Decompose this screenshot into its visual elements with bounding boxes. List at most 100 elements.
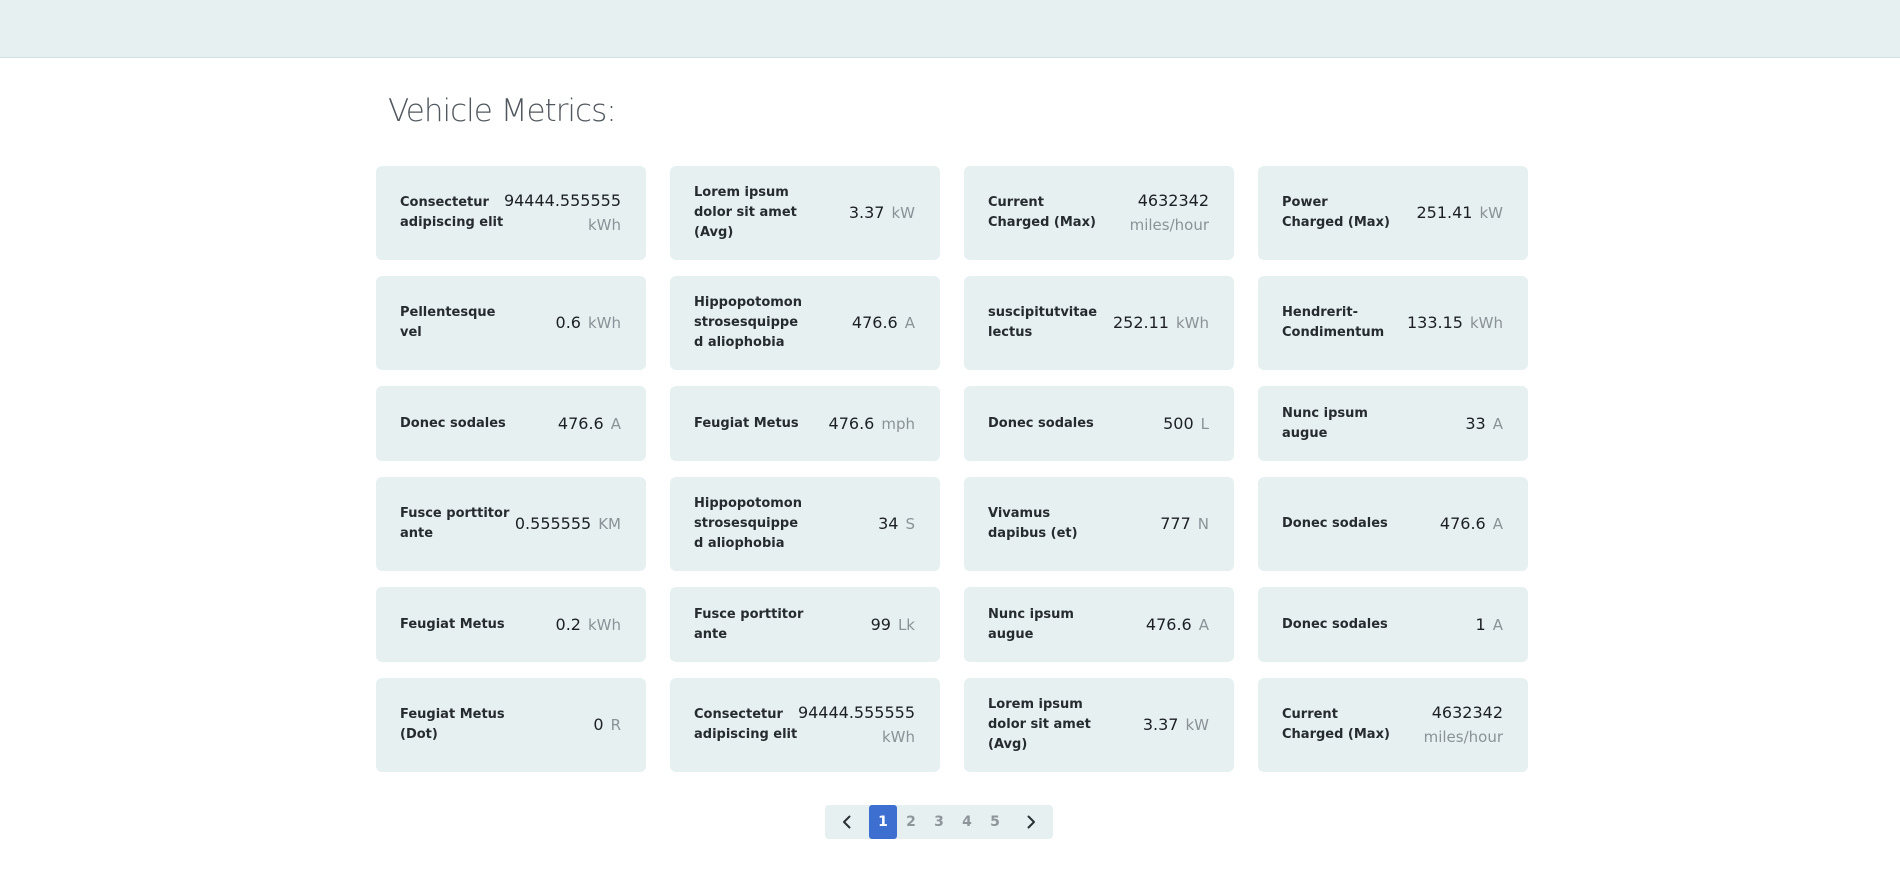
metric-unit: kW	[1185, 716, 1209, 734]
metric-label: Feugiat Metus (Dot)	[400, 707, 505, 742]
metric-label: Donec sodales	[1282, 616, 1388, 632]
metric-card: Hippopotomon strosesquipped aliophobia 47…	[670, 276, 940, 370]
metric-reading: 251.41 kW	[1416, 201, 1503, 225]
metric-card: Donec sodales 1 A	[1258, 587, 1528, 662]
metric-value: 251.41	[1416, 203, 1473, 222]
metric-value: 133.15	[1406, 313, 1463, 332]
metric-unit: A	[1492, 515, 1503, 533]
metric-reading: 34 S	[878, 512, 915, 536]
metric-reading: 133.15 kWh	[1407, 311, 1503, 335]
metric-reading: 777 N	[1160, 512, 1209, 536]
top-bar	[0, 0, 1900, 58]
metric-value: 476.6	[828, 413, 875, 433]
metric-label: Vivamus dapibus (et)	[988, 506, 1078, 541]
metric-value: 0.2	[555, 614, 581, 634]
metric-reading: 1A	[1476, 613, 1503, 637]
metric-card: Consectetur adipiscing elit 94444.555555 k…	[670, 678, 940, 772]
page-button-3[interactable]: 3	[925, 805, 953, 839]
metric-label: Consectetur adipiscing elit	[694, 707, 798, 742]
metric-label: Hippopotomon strosesquipped aliophobia	[694, 295, 802, 350]
metric-card: Power Charged (Max) 251.41 kW	[1258, 166, 1528, 260]
metric-card: Donec sodales 476.6 A	[1258, 477, 1528, 571]
metric-card: Current Charged (Max) 4632342 miles/hour	[1258, 678, 1528, 772]
metric-label: Current Charged (Max)	[1282, 707, 1390, 742]
metric-unit: KM	[598, 515, 621, 533]
metric-card: Nunc ipsum augue 33 A	[1258, 386, 1528, 461]
metric-unit: kWh	[1469, 314, 1503, 332]
metric-value: 500	[1163, 413, 1194, 433]
metric-label: Donec sodales	[988, 415, 1094, 431]
page-button-2[interactable]: 2	[897, 805, 925, 839]
metric-value: 3.37	[1142, 715, 1179, 734]
metric-reading: 476.6 A	[558, 412, 621, 436]
metric-card: Current Charged (Max) 4632342 miles/hour	[964, 166, 1234, 260]
metric-reading: 33 A	[1465, 412, 1503, 436]
metric-card: Fusce porttitor ante 0.555555 KM	[376, 477, 646, 571]
metric-reading: 4632342 miles/hour	[1424, 701, 1503, 749]
metric-reading: 476.6 mph	[829, 412, 915, 436]
metric-value: 1	[1475, 614, 1486, 634]
metric-reading: 500 L	[1163, 412, 1209, 436]
metric-label: Pellentesque vel	[400, 305, 496, 340]
chevron-right-icon[interactable]	[1009, 805, 1053, 839]
metric-label: Consectetur adipiscing elit	[400, 195, 504, 230]
metric-unit: A	[904, 314, 915, 332]
metric-unit: N	[1197, 515, 1209, 533]
metric-reading: 0.2 kWh	[556, 613, 621, 637]
metric-unit: Lk	[897, 615, 915, 634]
metric-unit: S	[905, 515, 915, 533]
metric-unit: A	[1492, 615, 1503, 634]
metric-label: Hippopotomon strosesquipped aliophobia	[694, 496, 802, 551]
metric-value: 3.37	[848, 203, 885, 222]
metric-value: 0.6	[555, 313, 581, 332]
metric-unit: R	[610, 716, 621, 734]
page-button-1[interactable]: 1	[869, 805, 897, 839]
metric-card: Vivamus dapibus (et) 777 N	[964, 477, 1234, 571]
metric-unit: L	[1200, 414, 1209, 433]
metric-value: 94444.555555	[797, 703, 915, 722]
metric-value: 476.6	[851, 313, 898, 332]
metric-card: Hendrerit-Condimentum 133.15 kWh	[1258, 276, 1528, 370]
metric-unit: kWh	[587, 615, 621, 634]
metric-card: Hippopotomon strosesquipped aliophobia 34…	[670, 477, 940, 571]
metric-label: Donec sodales	[1282, 516, 1388, 531]
metric-unit: kW	[891, 204, 915, 222]
metric-value: 476.6	[1439, 514, 1486, 533]
metric-card: Lorem ipsum dolor sit amet (Avg) 3.37 kW	[964, 678, 1234, 772]
metric-reading: 0.555555 KM	[515, 512, 621, 536]
metric-unit: kWh	[881, 728, 915, 746]
metric-label: Feugiat Metus	[694, 415, 799, 431]
metric-card: Nunc ipsum augue 476.6 A	[964, 587, 1234, 662]
metric-reading: 99 Lk	[871, 613, 915, 637]
chevron-left-icon[interactable]	[825, 805, 869, 839]
metric-value: 99	[870, 614, 891, 634]
metric-unit: mph	[881, 414, 915, 433]
metric-value: 476.6	[1145, 614, 1192, 634]
page-button-4[interactable]: 4	[953, 805, 981, 839]
page-title: Vehicle Metrics:	[388, 93, 617, 129]
metric-unit: kWh	[1175, 314, 1209, 332]
metric-unit: A	[1492, 414, 1503, 433]
metrics-grid: Consectetur adipiscing elit 94444.555555 k…	[376, 166, 1528, 772]
metric-unit: miles/hour	[1129, 216, 1209, 234]
metric-unit: kW	[1479, 204, 1503, 222]
metric-value: 0.555555	[514, 514, 592, 533]
metric-card: Fusce porttitor ante 99 Lk	[670, 587, 940, 662]
metric-value: 252.11	[1112, 313, 1169, 332]
metric-card: Feugiat Metus 0.2 kWh	[376, 587, 646, 662]
metric-card: Donec sodales 476.6 A	[376, 386, 646, 461]
metric-unit: kWh	[587, 216, 621, 234]
metric-label: Donec sodales	[400, 415, 506, 431]
page-button-5[interactable]: 5	[981, 805, 1009, 839]
metric-value: 0	[593, 715, 604, 734]
metric-unit: miles/hour	[1423, 728, 1503, 746]
pagination: 1 2 3 4 5	[825, 805, 1053, 839]
metric-label: Hendrerit-Condimentum	[1282, 305, 1385, 340]
metric-value: 4632342	[1137, 191, 1209, 210]
metric-label: suscipitutvitaelectus	[988, 305, 1098, 340]
metric-unit: A	[1198, 615, 1209, 634]
metric-label: Current Charged (Max)	[988, 195, 1096, 230]
metric-value: 34	[878, 514, 899, 533]
metric-label: Nunc ipsum augue	[988, 606, 1074, 642]
metric-label: Nunc ipsum augue	[1282, 405, 1368, 441]
